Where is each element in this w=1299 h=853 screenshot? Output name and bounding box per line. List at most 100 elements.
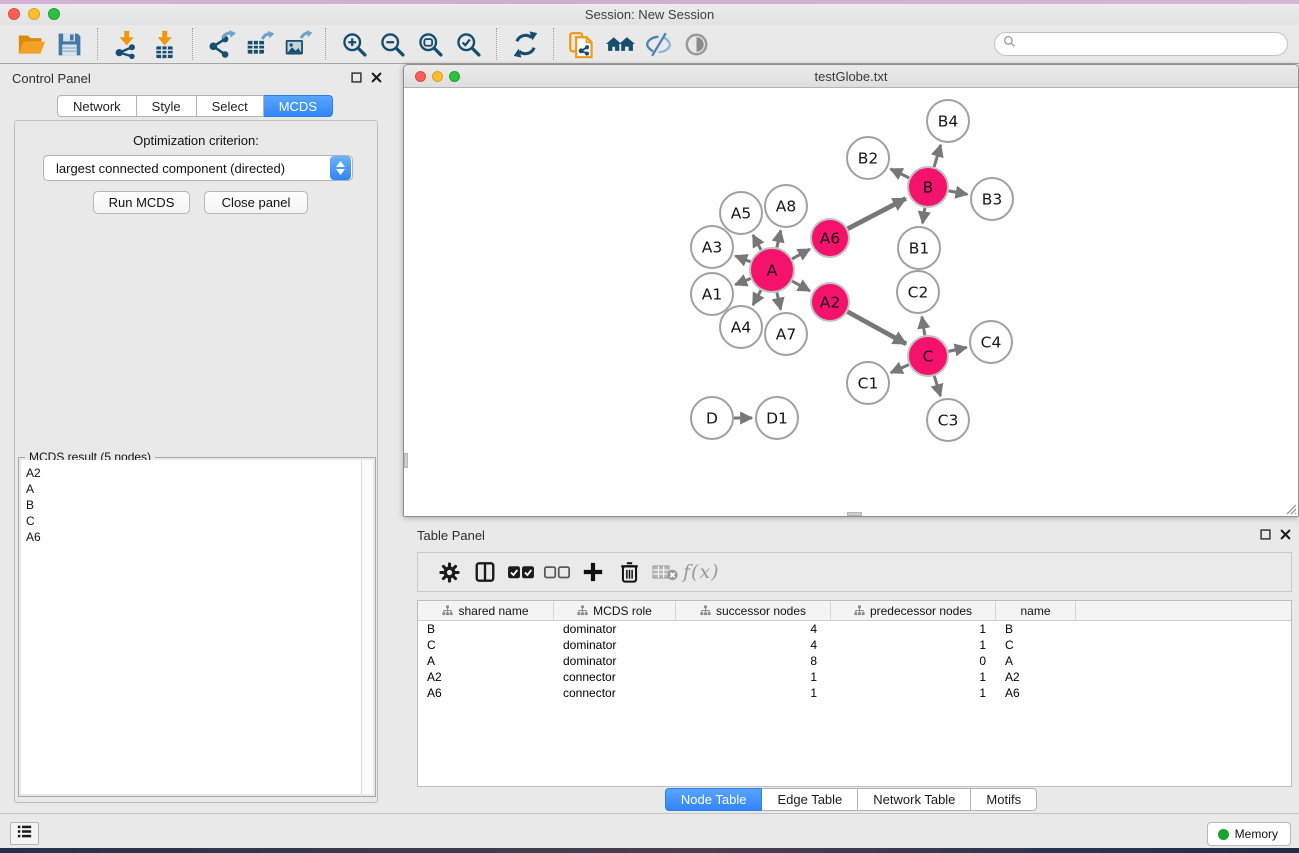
- tab-motifs[interactable]: Motifs: [971, 788, 1037, 811]
- delete-rows-button[interactable]: [611, 556, 647, 588]
- criterion-dropdown[interactable]: largest connected component (directed): [43, 155, 353, 181]
- result-item[interactable]: A: [21, 482, 361, 498]
- open-network-file-button[interactable]: [563, 27, 601, 61]
- column-header-mcds-role[interactable]: MCDS role: [554, 601, 676, 620]
- node-A[interactable]: A: [750, 248, 794, 292]
- table-cell[interactable]: 1: [831, 686, 996, 700]
- node-C1[interactable]: C1: [847, 362, 889, 404]
- table-row[interactable]: A2connector11A2: [418, 669, 1291, 685]
- edge-C-C4[interactable]: [949, 347, 967, 351]
- table-cell[interactable]: 1: [676, 670, 831, 684]
- edge-A-A1[interactable]: [735, 279, 750, 285]
- tab-network[interactable]: Network: [57, 95, 137, 117]
- node-A6[interactable]: A6: [811, 219, 849, 257]
- deselect-all-button[interactable]: [539, 556, 575, 588]
- table-cell[interactable]: A: [996, 654, 1076, 668]
- network-canvas[interactable]: B4B2BB3A8A5A6A3B1AA1C2A2A4A7C4CC1C3DD1: [404, 89, 1298, 516]
- column-header-shared-name[interactable]: shared name: [418, 601, 554, 620]
- edge-A-A8[interactable]: [777, 230, 781, 247]
- table-cell[interactable]: B: [418, 622, 554, 636]
- node-C3[interactable]: C3: [927, 399, 969, 441]
- network-window-titlebar[interactable]: testGlobe.txt: [404, 65, 1298, 88]
- zoom-fit-button[interactable]: [411, 27, 449, 61]
- edge-C-C1[interactable]: [891, 365, 909, 373]
- open-session-button[interactable]: [12, 27, 50, 61]
- edge-A-A7[interactable]: [777, 293, 781, 310]
- zoom-selected-button[interactable]: [449, 27, 487, 61]
- tab-style[interactable]: Style: [137, 95, 197, 117]
- show-panels-button[interactable]: [10, 822, 39, 845]
- table-cell[interactable]: dominator: [554, 638, 676, 652]
- edge-A6-B[interactable]: [848, 199, 906, 229]
- table-cell[interactable]: A2: [418, 670, 554, 684]
- export-network-button[interactable]: [202, 27, 240, 61]
- edge-B-B2[interactable]: [891, 169, 910, 178]
- float-table-panel-icon[interactable]: [1260, 529, 1271, 540]
- result-item[interactable]: A2: [21, 460, 361, 482]
- show-details-button[interactable]: [677, 27, 715, 61]
- tab-edge-table[interactable]: Edge Table: [762, 788, 858, 811]
- import-table-button[interactable]: [145, 27, 183, 61]
- table-cell[interactable]: B: [996, 622, 1076, 636]
- node-B[interactable]: B: [908, 167, 948, 207]
- edge-A-A6[interactable]: [792, 249, 810, 259]
- resize-grip[interactable]: [1283, 501, 1297, 515]
- edge-C-C3[interactable]: [934, 376, 940, 396]
- zoom-out-button[interactable]: [373, 27, 411, 61]
- column-header-successor-nodes[interactable]: successor nodes: [676, 601, 831, 620]
- edge-C-C2[interactable]: [922, 317, 925, 336]
- table-cell[interactable]: 4: [676, 638, 831, 652]
- export-image-button[interactable]: [278, 27, 316, 61]
- table-cell[interactable]: dominator: [554, 622, 676, 636]
- edge-B-B1[interactable]: [923, 208, 925, 224]
- node-D1[interactable]: D1: [756, 397, 798, 439]
- table-row[interactable]: A6connector11A6: [418, 685, 1291, 701]
- column-header-name[interactable]: name: [996, 601, 1076, 620]
- zoom-in-button[interactable]: [335, 27, 373, 61]
- tab-mcds[interactable]: MCDS: [264, 95, 333, 117]
- node-B3[interactable]: B3: [971, 178, 1013, 220]
- result-scrollbar[interactable]: [361, 460, 373, 794]
- table-cell[interactable]: 8: [676, 654, 831, 668]
- table-row[interactable]: Cdominator41C: [418, 637, 1291, 653]
- table-cell[interactable]: A: [418, 654, 554, 668]
- edge-A2-C[interactable]: [848, 312, 907, 344]
- node-D[interactable]: D: [691, 397, 733, 439]
- hide-details-button[interactable]: [639, 27, 677, 61]
- node-A5[interactable]: A5: [720, 192, 762, 234]
- memory-button[interactable]: Memory: [1207, 822, 1291, 846]
- canvas-hscroll-thumb[interactable]: [847, 512, 862, 516]
- node-A1[interactable]: A1: [691, 273, 733, 315]
- table-cell[interactable]: C: [418, 638, 554, 652]
- result-item[interactable]: B: [21, 498, 361, 514]
- edge-A-A2[interactable]: [792, 281, 810, 291]
- run-mcds-button[interactable]: Run MCDS: [93, 191, 190, 214]
- node-B1[interactable]: B1: [898, 227, 940, 269]
- table-row[interactable]: Bdominator41B: [418, 621, 1291, 637]
- node-B2[interactable]: B2: [847, 137, 889, 179]
- tab-node-table[interactable]: Node Table: [665, 788, 763, 811]
- refresh-button[interactable]: [506, 27, 544, 61]
- column-header-predecessor-nodes[interactable]: predecessor nodes: [831, 601, 996, 620]
- table-settings-button[interactable]: [431, 556, 467, 588]
- edge-A-A5[interactable]: [753, 235, 761, 250]
- delete-table-button[interactable]: [647, 556, 683, 588]
- edge-B-B4[interactable]: [934, 145, 941, 167]
- result-item[interactable]: A6: [21, 530, 361, 546]
- table-cell[interactable]: 4: [676, 622, 831, 636]
- home-button[interactable]: [601, 27, 639, 61]
- table-row[interactable]: Adominator80A: [418, 653, 1291, 669]
- table-cell[interactable]: A6: [996, 686, 1076, 700]
- table-cell[interactable]: 0: [831, 654, 996, 668]
- table-cell[interactable]: connector: [554, 670, 676, 684]
- result-item[interactable]: C: [21, 514, 361, 530]
- export-table-button[interactable]: [240, 27, 278, 61]
- select-all-button[interactable]: [503, 556, 539, 588]
- edge-A-A4[interactable]: [753, 290, 761, 305]
- node-C2[interactable]: C2: [897, 271, 939, 313]
- node-A4[interactable]: A4: [720, 306, 762, 348]
- show-columns-button[interactable]: [467, 556, 503, 588]
- tab-network-table[interactable]: Network Table: [858, 788, 971, 811]
- table-cell[interactable]: 1: [831, 638, 996, 652]
- table-cell[interactable]: 1: [831, 670, 996, 684]
